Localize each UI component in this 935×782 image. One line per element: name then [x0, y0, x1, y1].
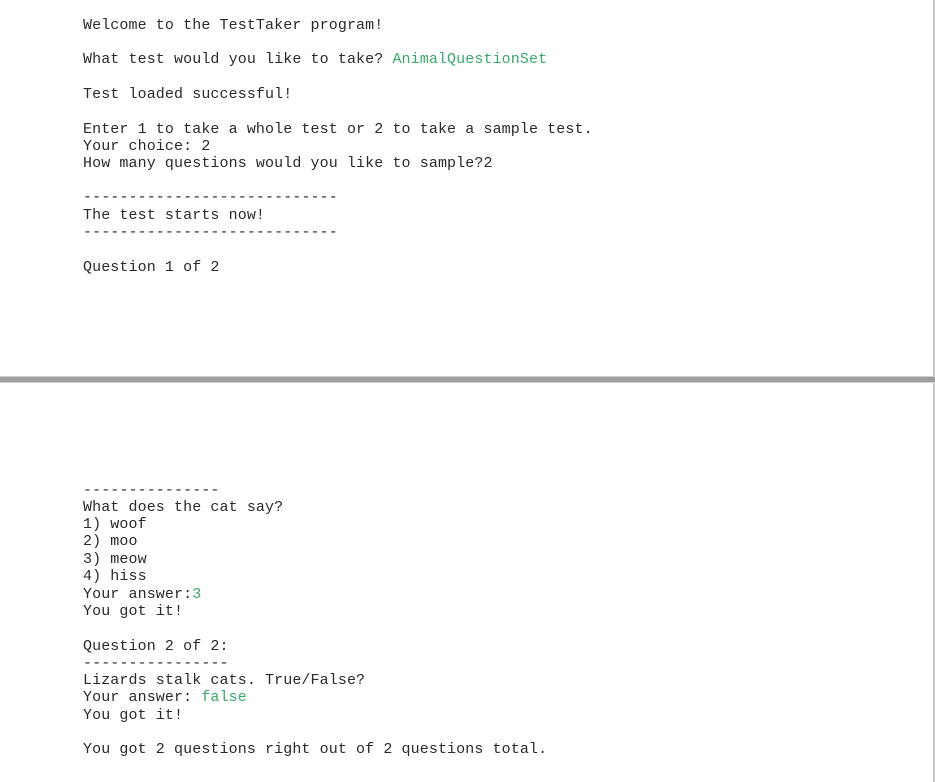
test-prompt: What test would you like to take? [83, 51, 393, 68]
result-1: You got it! [83, 603, 184, 620]
answer-1-line: Your answer:3 [83, 586, 201, 603]
separator-line: --------------- [83, 482, 220, 499]
result-2: You got it! [83, 707, 184, 724]
choice-line: Your choice: 2 [83, 138, 210, 155]
summary-line: You got 2 questions right out of 2 quest… [83, 741, 548, 758]
sample-value: 2 [483, 155, 493, 172]
console-output-bottom: --------------- What does the cat say? 1… [0, 383, 935, 782]
loaded-line: Test loaded successful! [83, 86, 293, 103]
test-starts-line: The test starts now! [83, 207, 266, 224]
sample-prompt: How many questions would you like to sam… [83, 155, 484, 172]
question-2-header: Question 2 of 2: [83, 638, 229, 655]
separator-line: ---------------------------- [83, 189, 338, 206]
split-pane-divider[interactable] [0, 376, 935, 383]
question-1-header: Question 1 of 2 [83, 259, 220, 276]
console-output-top: Welcome to the TestTaker program! What t… [0, 0, 935, 376]
answer-prompt: Your answer: [83, 586, 193, 603]
separator-line: ---------------- [83, 655, 229, 672]
question-2-text: Lizards stalk cats. True/False? [83, 672, 366, 689]
option-3: 3) meow [83, 551, 147, 568]
option-2: 2) moo [83, 533, 138, 550]
mode-prompt-line: Enter 1 to take a whole test or 2 to tak… [83, 121, 593, 138]
answer-2-input: false [201, 689, 247, 706]
test-prompt-line: What test would you like to take? Animal… [83, 51, 547, 68]
answer-2-line: Your answer: false [83, 689, 247, 706]
answer-1-input: 3 [192, 586, 202, 603]
question-1-text: What does the cat say? [83, 499, 284, 516]
sample-line: How many questions would you like to sam… [83, 155, 493, 172]
option-1: 1) woof [83, 516, 147, 533]
test-name-input: AnimalQuestionSet [392, 51, 548, 68]
welcome-line: Welcome to the TestTaker program! [83, 17, 384, 34]
choice-value: 2 [201, 138, 211, 155]
separator-line: ---------------------------- [83, 224, 338, 241]
choice-prompt: Your choice: [83, 138, 202, 155]
option-4: 4) hiss [83, 568, 147, 585]
answer-prompt: Your answer: [83, 689, 202, 706]
